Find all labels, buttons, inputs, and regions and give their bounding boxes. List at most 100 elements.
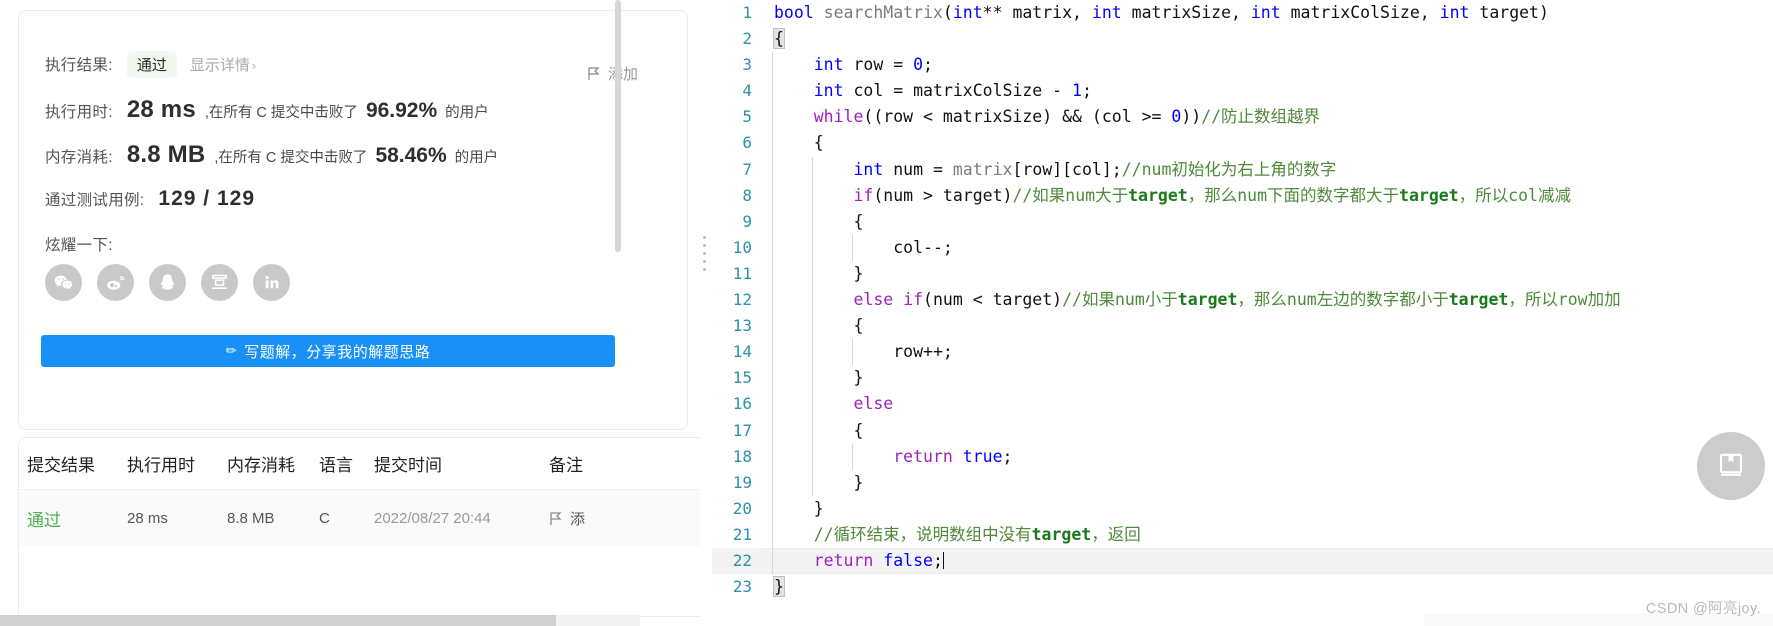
code-line[interactable]: 3 int row = 0;	[712, 52, 1773, 79]
code-editor-pane[interactable]: 1 bool searchMatrix(int** matrix, int mat…	[712, 0, 1773, 626]
code-line[interactable]: 2{	[712, 26, 1773, 52]
line-number: 15	[732, 368, 752, 388]
code-line[interactable]: 23}	[712, 574, 1773, 600]
indent-guide	[772, 443, 773, 470]
line-text: }	[774, 263, 864, 283]
book-bookmark-icon[interactable]	[1697, 432, 1765, 500]
indent-guide	[772, 156, 773, 183]
submissions-table-header: 提交结果 执行用时 内存消耗 语言 提交时间 备注	[19, 438, 700, 490]
memory-row: 内存消耗: 8.8 MB ,在所有 C 提交中击败了 58.46% 的用户	[45, 141, 498, 169]
line-text: return false;	[813, 550, 944, 570]
line-text: while((row < matrixSize) && (col >= 0))/…	[813, 107, 1321, 127]
exec-time-percentile: 96.92%	[365, 99, 438, 122]
code-line[interactable]: 4 int col = matrixColSize - 1;	[712, 78, 1773, 105]
exec-time-label: 执行用时:	[45, 104, 113, 121]
weibo-icon[interactable]	[97, 264, 134, 301]
line-number: 13	[732, 316, 752, 336]
show-off-label: 炫耀一下:	[45, 237, 113, 254]
testcases-row: 通过测试用例: 129 / 129	[45, 187, 255, 211]
indent-guide	[772, 521, 773, 548]
add-note-label: 添加	[608, 66, 639, 83]
code-line[interactable]: 9 {	[712, 208, 1773, 235]
code-line[interactable]: 14 row++;	[712, 339, 1773, 366]
line-number: 8	[742, 185, 752, 205]
memory-mid-text: ,在所有 C 提交中击败了	[214, 150, 368, 166]
text-cursor	[942, 551, 944, 569]
indent-guide	[772, 339, 773, 366]
code-line[interactable]: 1 bool searchMatrix(int** matrix, int mat…	[712, 0, 1773, 26]
line-text: if(num > target)//如果num大于target，那么num下面的…	[853, 185, 1571, 205]
code-line[interactable]: 21 //循环结束，说明数组中没有target，返回	[712, 521, 1773, 548]
cell-note-label: 添	[570, 510, 586, 528]
line-number: 23	[732, 577, 752, 597]
qq-icon[interactable]	[149, 264, 186, 301]
indent-guide	[811, 443, 813, 470]
indent-guide	[772, 182, 773, 209]
code-line[interactable]: 20 }	[712, 495, 1773, 522]
code-line[interactable]: 13 {	[712, 313, 1773, 340]
splitter-grip-icon	[703, 236, 706, 271]
wechat-icon[interactable]	[45, 264, 82, 301]
exec-time-row: 执行用时: 28 ms ,在所有 C 提交中击败了 96.92% 的用户	[45, 96, 489, 124]
pane-splitter[interactable]	[700, 0, 712, 626]
line-number: 1	[742, 3, 752, 22]
code-line[interactable]: 11 }	[712, 260, 1773, 288]
line-number: 11	[732, 263, 752, 283]
line-text: }	[774, 368, 864, 388]
indent-guide	[851, 234, 853, 261]
line-text: int col = matrixColSize - 1;	[813, 81, 1092, 101]
line-number: 21	[732, 524, 752, 544]
indent-guide	[811, 469, 813, 496]
cell-result[interactable]: 通过	[27, 506, 127, 531]
left-pane-vscrollbar-thumb[interactable]	[615, 0, 621, 252]
indent-guide	[772, 495, 773, 522]
show-detail-link[interactable]: 显示详情 ›	[190, 54, 256, 75]
line-text: int row = 0;	[813, 55, 933, 75]
table-row[interactable]: 通过 28 ms 8.8 MB C 2022/08/27 20:44 添	[19, 490, 700, 546]
show-off-row: 炫耀一下:	[45, 233, 113, 255]
line-text: int num = matrix[row][col];//num初始化为右上角的…	[853, 159, 1337, 179]
col-header-result: 提交结果	[27, 456, 95, 475]
indent-guide	[851, 339, 853, 366]
line-number: 18	[732, 446, 752, 466]
line-text: {	[773, 28, 785, 50]
cell-note[interactable]: 添	[549, 508, 649, 529]
line-text: else	[853, 394, 894, 414]
code-line[interactable]: 16 else	[712, 391, 1773, 418]
linkedin-icon[interactable]	[253, 264, 290, 301]
indent-guide	[811, 182, 813, 209]
indent-guide	[772, 417, 773, 444]
add-note-button[interactable]: 添加	[587, 63, 638, 84]
line-text: }	[773, 576, 785, 598]
line-number: 3	[742, 55, 752, 75]
line-number: 12	[732, 290, 752, 310]
code-content[interactable]: 1 bool searchMatrix(int** matrix, int mat…	[712, 0, 1773, 626]
code-line[interactable]: 10 col--;	[712, 234, 1773, 261]
code-line[interactable]: 18 return true;	[712, 443, 1773, 470]
exec-time-tail-text: 的用户	[445, 105, 489, 121]
col-header-language: 语言	[319, 456, 353, 475]
col-header-time: 提交时间	[374, 456, 442, 475]
code-line[interactable]: 5 while((row < matrixSize) && (col >= 0)…	[712, 104, 1773, 131]
code-line[interactable]: 15 }	[712, 365, 1773, 392]
pencil-icon: ✏	[225, 343, 238, 358]
left-pane-hscrollbar-thumb[interactable]	[0, 615, 556, 626]
indent-guide	[772, 313, 773, 340]
code-line[interactable]: 7 int num = matrix[row][col];//num初始化为右上…	[712, 156, 1773, 183]
code-line[interactable]: 22 return false;	[712, 547, 1773, 575]
write-solution-button[interactable]: ✏ 写题解，分享我的解题思路	[41, 335, 615, 367]
code-line[interactable]: 8 if(num > target)//如果num大于target，那么num下…	[712, 182, 1773, 209]
code-line[interactable]: 17 {	[712, 417, 1773, 444]
cell-runtime: 28 ms	[127, 509, 168, 527]
code-line[interactable]: 19 }	[712, 469, 1773, 496]
code-line[interactable]: 12 else if(num < target)//如果num小于target，…	[712, 287, 1773, 314]
line-number: 5	[742, 107, 752, 127]
indent-guide	[811, 208, 813, 235]
indent-guide	[772, 52, 773, 79]
indent-guide	[772, 130, 773, 157]
code-line[interactable]: 6 {	[712, 130, 1773, 157]
line-number: 9	[742, 211, 752, 231]
indent-guide	[811, 156, 813, 183]
douban-icon[interactable]	[201, 264, 238, 301]
indent-guide	[811, 417, 813, 444]
